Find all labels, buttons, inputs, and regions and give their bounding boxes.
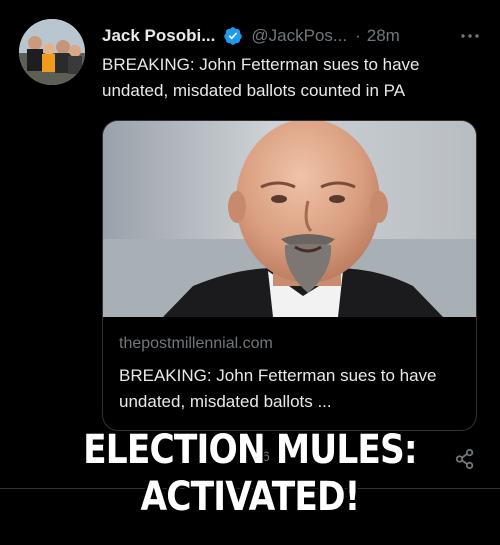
meme-caption-line-1: ELECTION MULES: <box>83 427 418 473</box>
verified-badge-icon <box>224 27 243 45</box>
card-domain: thepostmillennial.com <box>119 335 273 352</box>
card-title: BREAKING: John Fetterman sues to have un… <box>119 366 437 411</box>
link-preview-card[interactable]: thepostmillennial.com BREAKING: John Fet… <box>102 120 477 431</box>
separator-dot: · <box>355 26 361 45</box>
tweet-text: BREAKING: John Fetterman sues to have un… <box>102 55 420 100</box>
tweet-timestamp[interactable]: 28m <box>367 26 400 46</box>
meme-caption-line-2: ACTIVATED! <box>140 474 360 520</box>
author-avatar[interactable] <box>19 19 85 85</box>
more-options-icon[interactable] <box>458 24 482 48</box>
card-photo <box>103 121 476 317</box>
tweet[interactable]: Jack Posobi... @JackPos... · 28m BREAKIN… <box>0 0 500 489</box>
meme-caption: ELECTION MULES: ACTIVATED! <box>35 427 465 521</box>
author-name[interactable]: Jack Posobi... <box>102 26 215 46</box>
card-image <box>103 121 476 317</box>
avatar-photo <box>19 19 85 85</box>
author-handle[interactable]: @JackPos... <box>251 26 347 46</box>
tweet-header: Jack Posobi... @JackPos... · 28m <box>102 24 482 48</box>
